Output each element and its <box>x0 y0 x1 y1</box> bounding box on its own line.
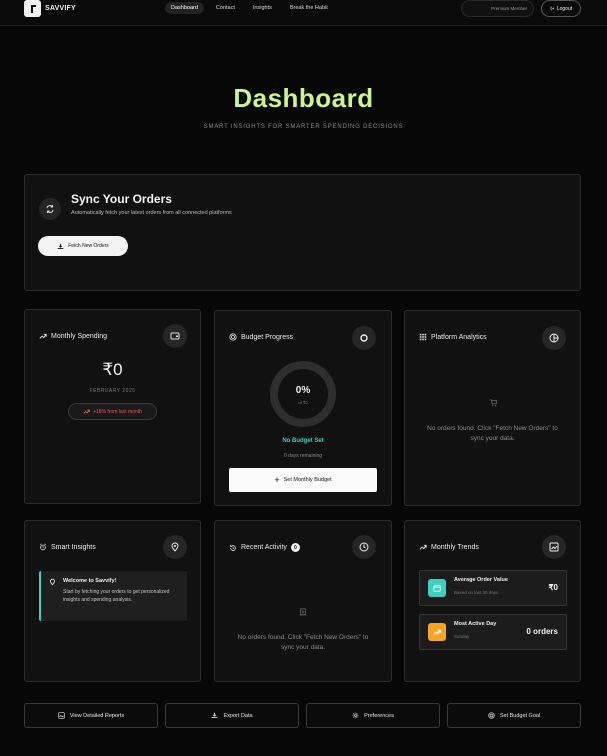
logout-button[interactable]: Logout <box>541 0 581 17</box>
activity-empty-state: No orders found. Click "Fetch New Orders… <box>215 603 391 652</box>
monthly-spending-card: Monthly Spending ₹0 FEBRUARY 2025 +18% f… <box>24 309 201 504</box>
nav-link-contact[interactable]: Contact <box>210 2 241 14</box>
download-icon <box>57 243 64 249</box>
pie-chart-icon <box>542 326 566 350</box>
welcome-title: Welcome to Savvify! <box>63 578 117 584</box>
welcome-text: Start by fetching your orders to get per… <box>63 589 170 603</box>
nav-link-dashboard[interactable]: Dashboard <box>165 2 204 14</box>
sync-orders-card: Sync Your Orders Automatically fetch you… <box>24 174 581 291</box>
logo-mark-icon <box>24 0 41 17</box>
trending-up-icon <box>83 409 90 414</box>
smart-insights-card: Smart Insights Welcome to Savvify! Start… <box>24 520 201 682</box>
preferences-button[interactable]: Preferences <box>306 703 440 728</box>
history-icon <box>230 544 236 551</box>
monthly-trends-title: Monthly Trends <box>419 543 479 551</box>
circle-icon <box>352 326 376 350</box>
alarm-icon <box>39 543 47 551</box>
activity-count-badge: 0 <box>290 543 300 552</box>
monthly-spending-month: FEBRUARY 2025 <box>89 388 136 394</box>
logout-label: Logout <box>556 5 573 12</box>
fetch-button-label: Fetch New Orders <box>68 243 109 249</box>
monthly-spending-title: Monthly Spending <box>39 332 107 340</box>
brand-logo[interactable]: SAVVIFY <box>24 0 76 17</box>
footer-label: Preferences <box>364 712 394 719</box>
premium-badge: Premium Member <box>461 0 534 17</box>
budget-progress-card: Budget Progress 0% of ₹0 No Budget Set 0… <box>214 310 392 506</box>
download-icon <box>212 712 218 719</box>
image-icon <box>58 712 65 719</box>
recent-activity-card: Recent Activity 0 No orders found. Click… <box>214 520 392 682</box>
budget-status: No Budget Set <box>282 438 324 444</box>
fetch-new-orders-button[interactable]: Fetch New Orders <box>38 236 128 256</box>
sync-icon <box>39 198 61 220</box>
recent-activity-title: Recent Activity 0 <box>229 543 300 552</box>
monthly-spending-amount: ₹0 <box>102 360 123 379</box>
receipt-icon <box>300 608 306 616</box>
footer-label: Set Budget Goal <box>499 712 541 719</box>
trend-label: Average Order Value <box>454 577 508 583</box>
monthly-spending-title-text: Monthly Spending <box>51 332 108 340</box>
nav-links: Dashboard Contact Insights Break the Hab… <box>165 2 334 14</box>
set-budget-label: Set Monthly Budget <box>283 477 332 483</box>
gear-icon <box>352 712 359 719</box>
trend-label: Most Active Day <box>454 621 497 627</box>
page-title: Dashboard <box>233 83 374 113</box>
trend-most-active-day: Most Active Day Sunday 0 orders <box>419 614 567 650</box>
budget-of: of ₹0 <box>298 400 308 405</box>
platform-analytics-card: Platform Analytics No orders found. Clic… <box>404 310 581 506</box>
welcome-insight: Welcome to Savvify! Start by fetching yo… <box>39 571 187 621</box>
smart-insights-title-text: Smart Insights <box>51 543 96 551</box>
target-icon <box>488 712 495 719</box>
smart-insights-title: Smart Insights <box>39 543 96 551</box>
target-icon <box>229 333 237 341</box>
trending-up-icon <box>428 623 446 641</box>
location-pin-icon <box>49 578 56 586</box>
trend-sub: Based on last 30 days <box>454 590 499 595</box>
platform-analytics-title-text: Platform Analytics <box>431 333 487 341</box>
trend-average-order-value: Average Order Value Based on last 30 day… <box>419 570 567 606</box>
calendar-icon <box>428 579 446 597</box>
trend-value: ₹0 <box>548 583 558 592</box>
activity-empty-text: No orders found. Click "Fetch New Orders… <box>237 634 369 651</box>
platform-empty-state: No orders found. Click "Fetch New Orders… <box>405 394 580 443</box>
clock-icon <box>352 535 376 559</box>
page-subtitle: SMART INSIGHTS FOR SMARTER SPENDING DECI… <box>203 124 404 130</box>
spending-change-badge: +18% from last month <box>68 403 157 420</box>
sync-title: Sync Your Orders <box>71 192 172 206</box>
export-data-button[interactable]: Export Data <box>165 703 299 728</box>
nav-link-insights[interactable]: Insights <box>247 2 278 14</box>
days-remaining: 0 days remaining <box>283 453 323 459</box>
cart-icon <box>489 399 497 407</box>
view-detailed-reports-button[interactable]: View Detailed Reports <box>24 703 158 728</box>
set-budget-goal-button[interactable]: Set Budget Goal <box>447 703 581 728</box>
trending-up-icon <box>39 333 47 339</box>
platform-empty-text: No orders found. Click "Fetch New Orders… <box>427 425 558 442</box>
location-pin-icon <box>163 535 187 559</box>
set-monthly-budget-button[interactable]: + Set Monthly Budget <box>229 468 377 492</box>
budget-progress-title-text: Budget Progress <box>241 333 294 341</box>
trend-sub: Sunday <box>454 634 470 639</box>
nav-link-break-the-habit[interactable]: Break the Habit <box>284 2 334 14</box>
chart-image-icon <box>542 535 566 559</box>
budget-percent: 0% <box>295 385 311 396</box>
platform-analytics-title: Platform Analytics <box>419 333 487 341</box>
monthly-trends-title-text: Monthly Trends <box>431 543 479 551</box>
plus-icon: + <box>274 474 280 485</box>
brand-name: SAVVIFY <box>45 5 76 12</box>
recent-activity-title-text: Recent Activity <box>241 544 287 551</box>
monthly-trends-card: Monthly Trends Average Order Value Based… <box>404 520 581 682</box>
budget-progress-title: Budget Progress <box>229 333 293 341</box>
footer-label: View Detailed Reports <box>69 712 125 719</box>
grid-icon <box>419 333 427 341</box>
spending-change-text: +18% from last month <box>93 408 142 415</box>
footer-label: Export Data <box>223 712 253 719</box>
logout-icon <box>550 6 555 11</box>
trend-value: 0 orders <box>526 627 558 636</box>
trending-up-icon <box>419 544 427 550</box>
sync-description: Automatically fetch your latest orders f… <box>71 210 232 216</box>
wallet-icon <box>163 324 187 348</box>
top-nav: SAVVIFY Dashboard Contact Insights Break… <box>0 0 607 26</box>
